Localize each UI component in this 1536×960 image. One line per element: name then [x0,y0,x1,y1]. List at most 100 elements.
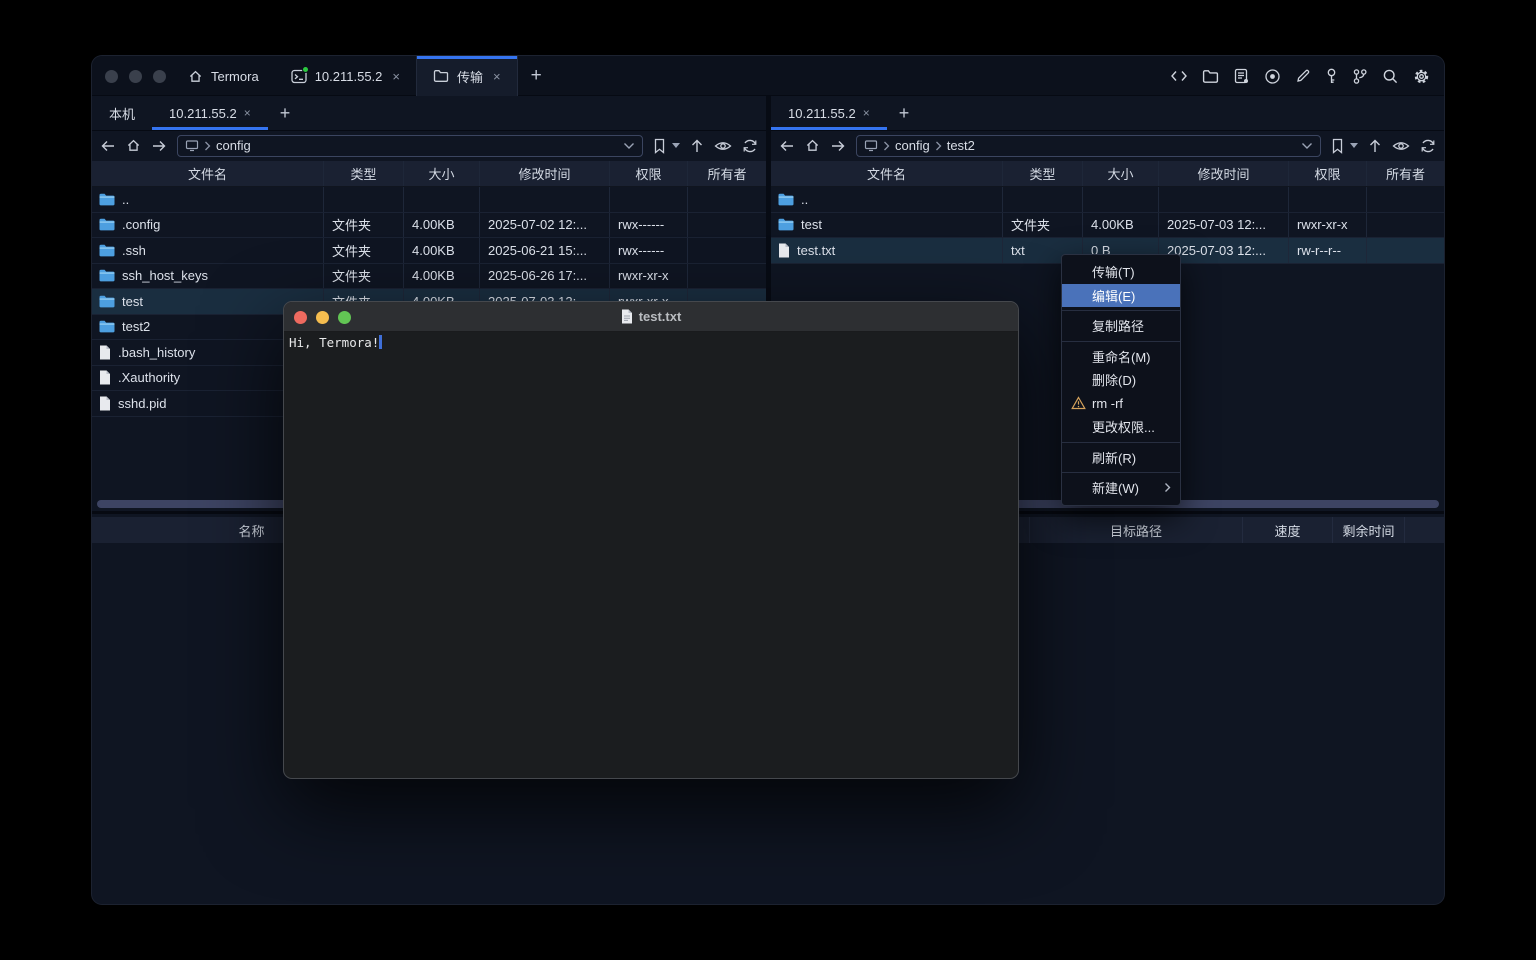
forward-icon[interactable] [830,139,846,153]
back-icon[interactable] [779,139,795,153]
file-row[interactable]: .. [771,187,1444,213]
file-row[interactable]: .. [92,187,766,213]
terminal-icon [291,69,307,84]
close-tab-icon[interactable]: × [863,106,870,120]
file-name: .Xauthority [118,370,180,385]
tab-local-label: 本机 [109,104,135,123]
connection-status-dot [302,66,309,73]
close-tab-icon[interactable]: × [493,69,501,84]
menu-item-rm-rf[interactable]: rm -rf [1062,392,1180,416]
menu-item-new-label: 新建(W) [1092,478,1139,497]
col-perms[interactable]: 权限 [1289,161,1367,186]
col-filename[interactable]: 文件名 [771,161,1003,186]
branch-icon[interactable] [1352,68,1368,85]
file-modified: 2025-07-02 12:... [480,213,610,238]
file-row[interactable]: ssh_host_keys 文件夹 4.00KB 2025-06-26 17:.… [92,264,766,290]
snippets-icon[interactable] [1233,68,1250,84]
search-icon[interactable] [1382,68,1399,85]
col-owner[interactable]: 所有者 [688,161,766,186]
show-hidden-eye-icon[interactable] [1392,139,1410,153]
col-modified[interactable]: 修改时间 [1159,161,1289,186]
refresh-icon[interactable] [742,138,758,154]
tab-remote-label: 10.211.55.2 [788,106,856,121]
zoom-window-button[interactable] [338,311,351,324]
close-tab-icon[interactable]: × [392,69,400,84]
menu-item-chmod[interactable]: 更改权限... [1062,415,1180,439]
file-name: .bash_history [118,345,195,360]
file-name: test.txt [797,243,835,258]
show-hidden-eye-icon[interactable] [714,139,732,153]
home-icon[interactable] [126,138,141,153]
record-icon[interactable] [1264,68,1281,85]
folder-icon [778,218,794,231]
file-icon [99,345,111,360]
path-input[interactable]: config [177,135,643,157]
col-size[interactable]: 大小 [404,161,480,186]
file-row[interactable]: .ssh 文件夹 4.00KB 2025-06-21 15:... rwx---… [92,238,766,264]
col-type[interactable]: 类型 [1003,161,1083,186]
zoom-window-button[interactable] [153,70,166,83]
menu-item-refresh[interactable]: 刷新(R) [1062,446,1180,470]
minimize-window-button[interactable] [129,70,142,83]
settings-gear-icon[interactable] [1413,68,1430,85]
folder-icon[interactable] [1202,69,1219,84]
refresh-icon[interactable] [1420,138,1436,154]
left-panel-tabs: 本机 10.211.55.2 × + [92,96,766,131]
col-owner[interactable]: 所有者 [1367,161,1444,186]
file-row[interactable]: test 文件夹 4.00KB 2025-07-03 12:... rwxr-x… [771,213,1444,239]
folder-icon [99,244,115,257]
transfer-col-target-path[interactable]: 目标路径 [1030,517,1243,543]
minimize-window-button[interactable] [316,311,329,324]
key-icon[interactable] [1325,68,1338,85]
forward-icon[interactable] [151,139,167,153]
computer-icon [185,139,199,152]
editor-titlebar[interactable]: test.txt [284,302,1018,332]
new-tab-button[interactable]: + [518,56,555,96]
bookmark-dropdown-icon[interactable] [1350,143,1358,148]
col-modified[interactable]: 修改时间 [480,161,610,186]
close-window-button[interactable] [105,70,118,83]
file-size [1083,187,1159,212]
tab-remote-host[interactable]: 10.211.55.2 × [152,96,268,130]
back-icon[interactable] [100,139,116,153]
chevron-down-icon[interactable] [623,142,635,150]
editor-content[interactable]: Hi, Termora! [284,332,1018,353]
col-type[interactable]: 类型 [324,161,404,186]
menu-item-delete[interactable]: 删除(D) [1062,368,1180,392]
transfer-col-remaining[interactable]: 剩余时间 [1333,517,1405,543]
file-icon [99,396,111,411]
close-tab-icon[interactable]: × [244,106,251,120]
titlebar-actions [1170,56,1430,96]
menu-item-new[interactable]: 新建(W) [1062,476,1180,500]
menu-item-transfer[interactable]: 传输(T) [1062,260,1180,284]
add-panel-tab-button[interactable]: + [268,96,303,130]
home-icon[interactable] [805,138,820,153]
col-perms[interactable]: 权限 [610,161,688,186]
col-size[interactable]: 大小 [1083,161,1159,186]
bookmark-icon[interactable] [653,138,666,154]
menu-item-rename[interactable]: 重命名(M) [1062,345,1180,369]
tab-remote-host[interactable]: 10.211.55.2 × [771,96,887,130]
chevron-down-icon[interactable] [1301,142,1313,150]
tab-transfer[interactable]: 传输 × [416,56,518,96]
upload-icon[interactable] [690,138,704,154]
file-row[interactable]: .config 文件夹 4.00KB 2025-07-02 12:... rwx… [92,213,766,239]
tab-transfer-label: 传输 [457,67,483,86]
file-type: 文件夹 [324,238,404,263]
tab-terminal-host[interactable]: 10.211.55.2 × [275,56,416,96]
bookmark-dropdown-icon[interactable] [672,143,680,148]
file-perms: rwx------ [610,213,688,238]
path-input[interactable]: config test2 [856,135,1321,157]
tab-local[interactable]: 本机 [92,96,152,130]
edit-icon[interactable] [1295,68,1311,84]
tab-home[interactable]: Termora [172,56,275,96]
transfer-col-speed[interactable]: 速度 [1243,517,1333,543]
menu-item-copy-path[interactable]: 复制路径 [1062,314,1180,338]
bookmark-icon[interactable] [1331,138,1344,154]
upload-icon[interactable] [1368,138,1382,154]
col-filename[interactable]: 文件名 [92,161,324,186]
menu-item-edit[interactable]: 编辑(E) [1062,284,1180,308]
add-panel-tab-button[interactable]: + [887,96,922,130]
close-window-button[interactable] [294,311,307,324]
code-icon[interactable] [1170,68,1188,84]
